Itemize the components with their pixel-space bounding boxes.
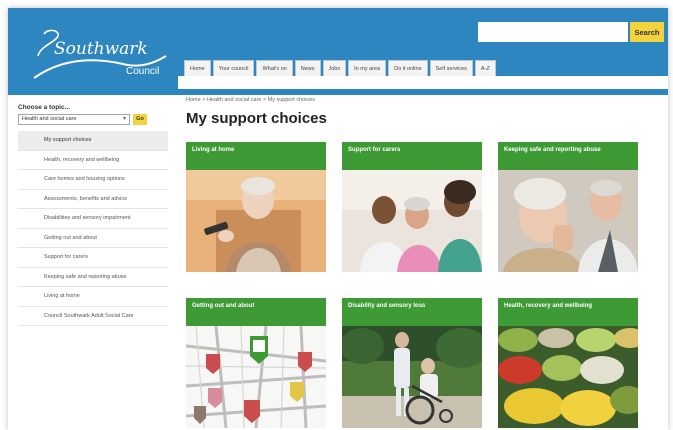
site-header: Southwark Council Search Home Your counc… bbox=[8, 8, 668, 95]
card-support-for-carers[interactable]: Support for carers bbox=[342, 142, 482, 272]
sidebar-item-living-at-home[interactable]: Living at home bbox=[18, 287, 168, 307]
search-button[interactable]: Search bbox=[630, 22, 664, 42]
southwark-council-logo[interactable]: Southwark Council bbox=[28, 16, 178, 86]
go-button[interactable]: Go bbox=[133, 114, 147, 125]
sidebar-item-adult-social-care[interactable]: Council Southwark Adult Social Care bbox=[18, 307, 168, 326]
nav-tab-do-it-online[interactable]: Do it online bbox=[388, 60, 428, 76]
sidebar-item-support-carers[interactable]: Support for carers bbox=[18, 248, 168, 268]
card-disability-sensory-loss[interactable]: Disability and sensory loss bbox=[342, 298, 482, 428]
card-title: Living at home bbox=[186, 142, 326, 170]
street-map-illustration bbox=[186, 326, 326, 428]
topic-sidebar: Choose a topic... Health and social care… bbox=[18, 104, 168, 326]
card-health-recovery[interactable]: Health, recovery and wellbeing bbox=[498, 298, 638, 428]
sidebar-item-getting-out[interactable]: Getting out and about bbox=[18, 229, 168, 248]
nav-tab-jobs[interactable]: Jobs bbox=[322, 60, 347, 76]
nav-tab-a-z[interactable]: A-Z bbox=[474, 60, 496, 76]
page-title: My support choices bbox=[186, 110, 327, 127]
card-keeping-safe[interactable]: Keeping safe and reporting abuse bbox=[498, 142, 638, 272]
sidebar-heading: Choose a topic... bbox=[18, 104, 71, 111]
sidebar-item-my-support-choices[interactable]: My support choices bbox=[18, 131, 168, 151]
card-getting-out-and-about[interactable]: Getting out and about bbox=[186, 298, 326, 428]
nav-tab-in-my-area[interactable]: In my area bbox=[348, 60, 387, 76]
nav-tab-whats-on[interactable]: What's on bbox=[256, 60, 293, 76]
sidebar-item-disabilities[interactable]: Disabilities and sensory impairment bbox=[18, 209, 168, 229]
card-title: Support for carers bbox=[342, 142, 482, 170]
browser-page: Southwark Council Search Home Your counc… bbox=[8, 8, 668, 430]
sidebar-item-health-recovery[interactable]: Health, recovery and wellbeing bbox=[18, 151, 168, 170]
sidebar-item-keeping-safe[interactable]: Keeping safe and reporting abuse bbox=[18, 268, 168, 287]
elderly-couple-photo bbox=[498, 170, 638, 272]
topic-select-value: Health and social care bbox=[22, 116, 77, 122]
nav-sub-bar bbox=[178, 76, 668, 89]
logo-council-text: Council bbox=[126, 66, 160, 77]
nav-tab-news[interactable]: News bbox=[294, 60, 321, 76]
chevron-down-icon: ▾ bbox=[122, 116, 126, 122]
elderly-woman-photo bbox=[186, 170, 326, 272]
topic-chooser: Health and social care ▾ Go bbox=[18, 114, 168, 125]
nav-tab-self-services[interactable]: Self services bbox=[429, 60, 473, 76]
card-living-at-home[interactable]: Living at home bbox=[186, 142, 326, 272]
nav-tab-your-council[interactable]: Your council bbox=[212, 60, 255, 76]
search-input[interactable] bbox=[478, 22, 628, 42]
card-title: Disability and sensory loss bbox=[342, 298, 482, 326]
card-title: Getting out and about bbox=[186, 298, 326, 326]
carer-and-couple-photo bbox=[342, 170, 482, 272]
sidebar-item-care-homes[interactable]: Care homes and housing options bbox=[18, 170, 168, 190]
logo-script-text: Southwark bbox=[54, 39, 148, 59]
healthy-food-bowls-photo bbox=[498, 326, 638, 428]
carer-pushing-wheelchair-photo bbox=[342, 326, 482, 428]
sidebar-item-assessments[interactable]: Assessments, benefits and advice bbox=[18, 190, 168, 209]
main-nav-tabs: Home Your council What's on News Jobs In… bbox=[184, 60, 498, 76]
nav-tab-home[interactable]: Home bbox=[184, 60, 211, 76]
topic-select[interactable]: Health and social care ▾ bbox=[18, 114, 130, 125]
card-title: Keeping safe and reporting abuse bbox=[498, 142, 638, 170]
card-title: Health, recovery and wellbeing bbox=[498, 298, 638, 326]
breadcrumb[interactable]: Home > Health and social care > My suppo… bbox=[186, 97, 315, 103]
